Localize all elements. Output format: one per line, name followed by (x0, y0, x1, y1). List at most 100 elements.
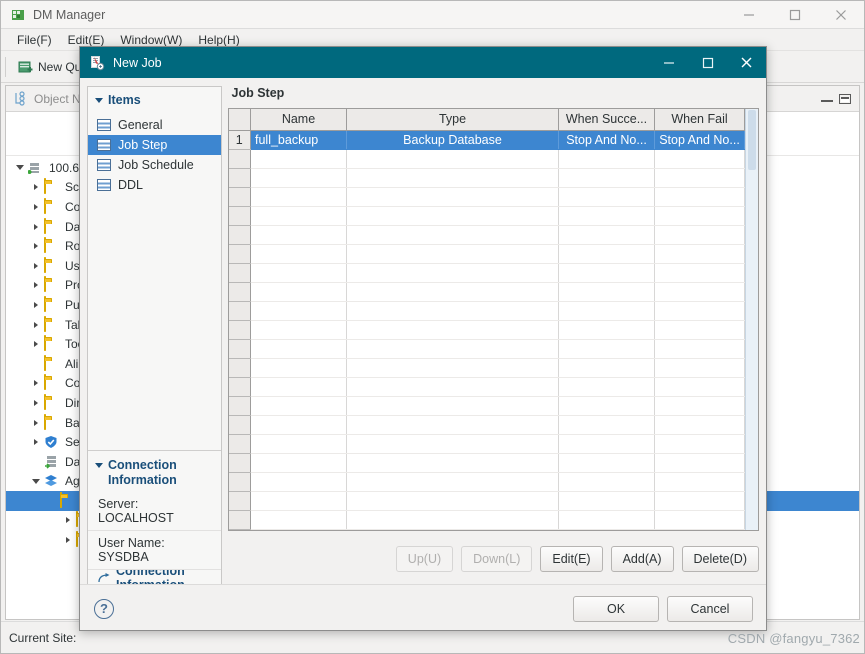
delete-button[interactable]: Delete(D) (681, 546, 759, 572)
table-row-empty[interactable] (228, 339, 745, 359)
dialog-maximize-icon[interactable] (688, 47, 727, 78)
cell-name[interactable] (250, 491, 347, 511)
items-list[interactable]: General Job Step Job Schedule DDL (88, 113, 221, 195)
dialog-close-icon[interactable] (727, 47, 766, 78)
cell-when-success[interactable] (558, 472, 655, 492)
table-row-empty[interactable] (228, 225, 745, 245)
maximize-icon[interactable] (772, 1, 818, 29)
cell-when-success[interactable] (558, 282, 655, 302)
cell-when-fail[interactable] (654, 358, 745, 378)
cell-when-success[interactable] (558, 529, 655, 530)
cell-when-fail[interactable] (654, 225, 745, 245)
table-row-empty[interactable] (228, 149, 745, 169)
cell-type[interactable] (346, 149, 559, 169)
cell-when-fail[interactable] (654, 510, 745, 530)
cell-type[interactable] (346, 510, 559, 530)
cell-when-success[interactable] (558, 396, 655, 416)
cell-name[interactable] (250, 149, 347, 169)
cell-type[interactable] (346, 358, 559, 378)
cell-type[interactable]: Backup Database (346, 130, 559, 150)
chevron-right-icon[interactable] (28, 375, 44, 391)
chevron-right-icon[interactable] (28, 395, 44, 411)
cell-type[interactable] (346, 244, 559, 264)
chevron-right-icon[interactable] (28, 297, 44, 313)
edit-button[interactable]: Edit(E) (540, 546, 603, 572)
table-row-empty[interactable] (228, 396, 745, 416)
chevron-right-icon[interactable] (28, 277, 44, 293)
cell-when-fail[interactable] (654, 282, 745, 302)
cell-when-fail[interactable] (654, 187, 745, 207)
grid-vertical-scrollbar[interactable] (745, 109, 758, 530)
help-icon[interactable]: ? (94, 598, 114, 619)
chevron-down-icon[interactable] (12, 160, 28, 176)
table-row-empty[interactable] (228, 301, 745, 321)
panel-restore-icon[interactable] (839, 93, 851, 104)
cell-name[interactable] (250, 320, 347, 340)
table-row-empty[interactable] (228, 282, 745, 302)
cell-when-success[interactable] (558, 339, 655, 359)
cell-when-fail[interactable] (654, 377, 745, 397)
cell-when-success[interactable] (558, 415, 655, 435)
table-row-empty[interactable] (228, 415, 745, 435)
table-row-empty[interactable] (228, 168, 745, 188)
column-header[interactable]: When Succe... (558, 109, 655, 131)
items-section-header[interactable]: Items (88, 87, 221, 113)
cell-when-fail[interactable] (654, 415, 745, 435)
cell-when-success[interactable] (558, 206, 655, 226)
cell-when-success[interactable]: Stop And No... (558, 130, 655, 150)
add-button[interactable]: Add(A) (610, 546, 674, 572)
cell-type[interactable] (346, 206, 559, 226)
cell-when-fail[interactable] (654, 244, 745, 264)
cell-name[interactable] (250, 206, 347, 226)
cell-when-success[interactable] (558, 377, 655, 397)
cell-when-fail[interactable] (654, 453, 745, 473)
chevron-right-icon[interactable] (28, 219, 44, 235)
cell-type[interactable] (346, 301, 559, 321)
cell-type[interactable] (346, 187, 559, 207)
table-row-empty[interactable] (228, 434, 745, 454)
cell-when-fail[interactable] (654, 434, 745, 454)
cell-name[interactable] (250, 510, 347, 530)
cell-when-success[interactable] (558, 510, 655, 530)
table-row-empty[interactable] (228, 320, 745, 340)
cell-type[interactable] (346, 472, 559, 492)
chevron-right-icon[interactable] (28, 317, 44, 333)
item-general[interactable]: General (88, 115, 221, 135)
chevron-down-icon[interactable] (28, 473, 44, 489)
cell-name[interactable] (250, 225, 347, 245)
connection-section-header[interactable]: Connection Information (88, 451, 221, 492)
cell-when-fail[interactable] (654, 529, 745, 530)
cell-when-fail[interactable] (654, 301, 745, 321)
chevron-right-icon[interactable] (28, 415, 44, 431)
table-row[interactable]: 1 full_backup Backup Database Stop And No..… (228, 130, 745, 150)
menu-file[interactable]: File(F) (9, 31, 60, 49)
chevron-right-icon[interactable] (28, 199, 44, 215)
cell-name[interactable] (250, 434, 347, 454)
chevron-right-icon[interactable] (28, 238, 44, 254)
cell-type[interactable] (346, 491, 559, 511)
table-row-empty[interactable] (228, 453, 745, 473)
cell-when-success[interactable] (558, 149, 655, 169)
chevron-right-icon[interactable] (28, 336, 44, 352)
cell-name[interactable] (250, 301, 347, 321)
column-header[interactable]: Name (250, 109, 347, 131)
column-header[interactable]: Type (346, 109, 559, 131)
cell-type[interactable] (346, 168, 559, 188)
table-row-empty[interactable] (228, 206, 745, 226)
cell-when-fail[interactable]: Stop And No... (654, 130, 745, 150)
cell-type[interactable] (346, 415, 559, 435)
cell-when-success[interactable] (558, 244, 655, 264)
cell-when-success[interactable] (558, 263, 655, 283)
cell-when-fail[interactable] (654, 320, 745, 340)
item-job-step[interactable]: Job Step (88, 135, 221, 155)
cell-name[interactable] (250, 263, 347, 283)
item-ddl[interactable]: DDL (88, 175, 221, 195)
table-row-empty[interactable] (228, 529, 745, 530)
cell-when-fail[interactable] (654, 472, 745, 492)
cell-when-fail[interactable] (654, 149, 745, 169)
cell-type[interactable] (346, 339, 559, 359)
table-row-empty[interactable] (228, 358, 745, 378)
cell-name[interactable] (250, 529, 347, 530)
cell-when-success[interactable] (558, 434, 655, 454)
job-step-table[interactable]: Name Type When Succe... When Fail 1 full_back… (228, 109, 745, 530)
